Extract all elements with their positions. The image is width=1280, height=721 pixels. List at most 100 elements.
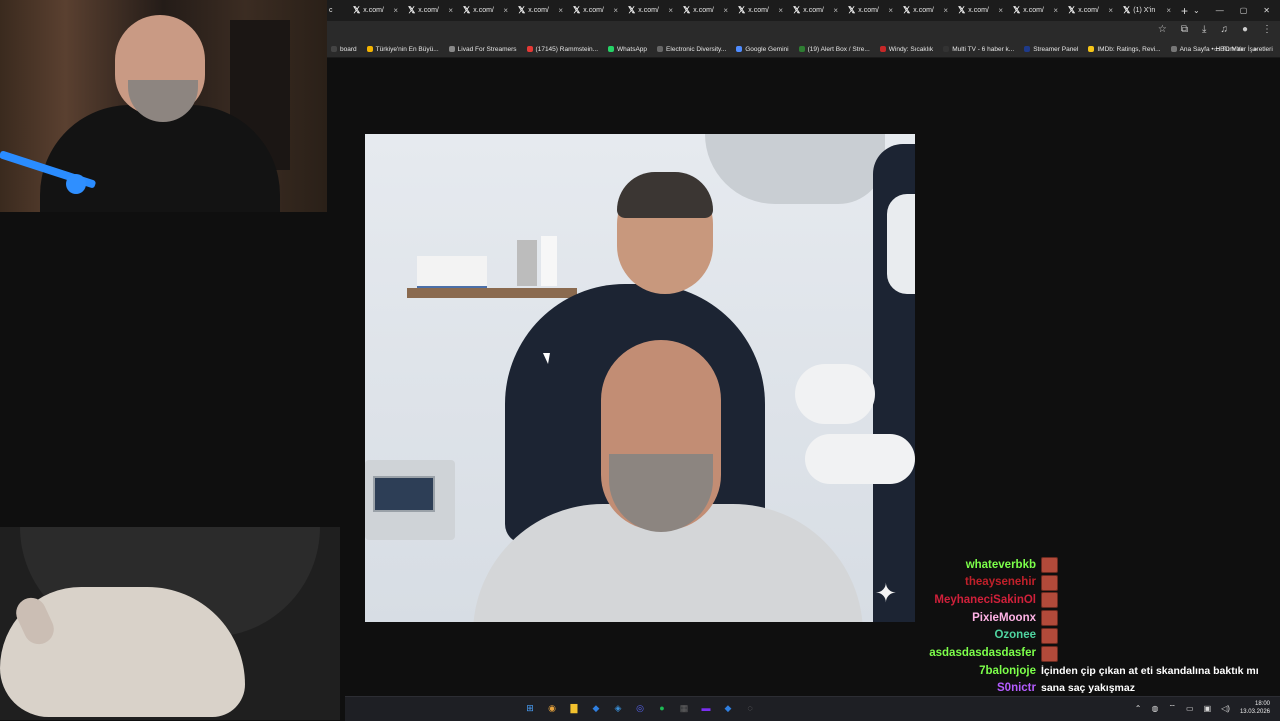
file-explorer-icon[interactable]: ▇ <box>567 701 581 715</box>
bookmark-item[interactable]: Windy: Sıcaklık <box>879 46 933 53</box>
profile-icon[interactable]: ● <box>1242 24 1248 35</box>
bookmark-item[interactable]: Electronic Diversity... <box>657 46 726 53</box>
browser-tab[interactable]: 𝕏x.com/ × <box>677 0 732 21</box>
close-icon[interactable]: × <box>998 6 1003 15</box>
bookmark-item[interactable]: IMDb: Ratings, Revi... <box>1088 46 1161 53</box>
maximize-button[interactable]: ▢ <box>1240 6 1248 15</box>
close-icon[interactable]: × <box>503 6 508 15</box>
app-icon-3[interactable]: ▬ <box>699 701 713 715</box>
close-icon[interactable]: × <box>558 6 563 15</box>
new-tab-button[interactable]: + <box>1181 4 1188 18</box>
close-icon[interactable]: × <box>1108 6 1113 15</box>
window-controls: ⌄ — ▢ ✕ <box>1193 0 1280 21</box>
browser-tab[interactable]: c <box>327 0 347 21</box>
bookmark-item[interactable]: WhatsApp <box>608 46 647 53</box>
close-icon[interactable]: × <box>668 6 673 15</box>
spotify-icon[interactable]: ● <box>655 701 669 715</box>
tab-label: x.com/ <box>363 7 384 14</box>
wifi-icon[interactable]: ⌔ <box>1168 703 1176 713</box>
bookmark-favicon-icon <box>736 46 743 52</box>
chat-username[interactable]: S0nictr <box>997 682 1036 694</box>
bookmark-label: Türkiye'nin En Büyü... <box>375 45 439 53</box>
all-bookmarks-folder[interactable]: ▭ Tüm Yer İşaretleri <box>1214 45 1273 53</box>
bookmark-item[interactable]: Livad For Streamers <box>448 46 517 53</box>
browser-tab-active[interactable]: 𝕏 (1) X'in × <box>1117 0 1175 21</box>
close-icon[interactable]: × <box>1053 6 1058 15</box>
close-icon[interactable]: × <box>448 6 453 15</box>
bookmark-item[interactable]: (17145) Rammstein... <box>526 46 598 53</box>
clock[interactable]: 18:00 13.03.2026 <box>1240 700 1270 716</box>
bookmark-item[interactable]: Multi TV - 6 haber k... <box>943 46 1014 53</box>
display-icon[interactable]: ▭ <box>1186 704 1194 713</box>
bookmark-star-icon[interactable]: ☆ <box>1158 24 1167 35</box>
browser-tab[interactable]: 𝕏x.com/ × <box>1062 0 1117 21</box>
volume-icon[interactable]: ◁) <box>1221 704 1230 713</box>
app-icon-5[interactable]: ◌ <box>743 701 757 715</box>
browser-tab[interactable]: 𝕏x.com/ × <box>897 0 952 21</box>
browser-tab[interactable]: 𝕏x.com/ × <box>512 0 567 21</box>
x-logo-icon: 𝕏 <box>683 5 691 15</box>
tab-label: x.com/ <box>968 7 989 14</box>
x-logo-icon: 𝕏 <box>408 5 416 15</box>
windows-start-icon[interactable]: ⊞ <box>523 701 537 715</box>
bookmark-label: Multi TV - 6 haber k... <box>952 45 1015 53</box>
bookmark-item[interactable]: (19) Alert Box / Stre... <box>798 46 870 53</box>
x-logo-icon: 𝕏 <box>958 5 966 15</box>
chat-username[interactable]: 7balonjoje <box>979 665 1036 677</box>
chat-username[interactable]: PixieMoonx <box>972 612 1036 624</box>
browser-tab[interactable]: 𝕏x.com/ × <box>457 0 512 21</box>
browser-tab[interactable]: 𝕏x.com/ × <box>842 0 897 21</box>
close-icon[interactable]: × <box>723 6 728 15</box>
chat-username[interactable]: Ozonee <box>994 629 1036 641</box>
discord-icon[interactable]: ◎ <box>633 701 647 715</box>
chat-username[interactable]: whateverbkb <box>966 559 1036 571</box>
tab-label: x.com/ <box>913 7 934 14</box>
chat-message: MeyhaneciSakinOl <box>900 591 1280 609</box>
browser-tab[interactable]: 𝕏x.com/ × <box>622 0 677 21</box>
browser-tab[interactable]: 𝕏x.com/ × <box>952 0 1007 21</box>
app-icon-1[interactable]: ◆ <box>589 701 603 715</box>
close-icon[interactable]: × <box>778 6 783 15</box>
ethernet-icon[interactable]: ▣ <box>1204 704 1212 713</box>
chat-username[interactable]: theaysenehir <box>965 576 1036 588</box>
close-icon[interactable]: × <box>613 6 618 15</box>
bookmark-item[interactable]: Türkiye'nin En Büyü... <box>366 45 439 53</box>
network-icon[interactable]: ◍ <box>1152 704 1159 713</box>
close-icon[interactable]: × <box>888 6 893 15</box>
browser-tab[interactable]: 𝕏x.com/ × <box>1007 0 1062 21</box>
app-icon-2[interactable]: ▦ <box>677 701 691 715</box>
browser-tab[interactable]: 𝕏x.com/ × <box>347 0 402 21</box>
folder-icon: ▭ <box>1214 46 1222 53</box>
extensions-icon[interactable]: ⧉ <box>1181 24 1188 35</box>
minimize-button[interactable]: — <box>1216 6 1224 15</box>
chat-message: theaysenehir <box>900 574 1280 591</box>
chevron-up-icon[interactable]: ⌃ <box>1135 704 1142 713</box>
close-icon[interactable]: × <box>833 6 838 15</box>
browser-tab[interactable]: 𝕏x.com/ × <box>732 0 787 21</box>
bookmark-item[interactable]: Streamer Panel <box>1024 46 1078 53</box>
chat-username[interactable]: MeyhaneciSakinOl <box>934 594 1036 606</box>
download-icon[interactable]: ⤓ <box>1202 24 1206 35</box>
supply-bottle <box>541 236 557 286</box>
tab-label: x.com/ <box>858 7 879 14</box>
x-logo-icon: 𝕏 <box>1123 5 1131 15</box>
steam-icon[interactable]: ◈ <box>611 701 625 715</box>
bookmark-item[interactable]: Google Gemini <box>736 46 789 53</box>
chevron-down-icon[interactable]: ⌄ <box>1193 6 1200 15</box>
menu-icon[interactable]: ⋮ <box>1262 24 1272 35</box>
chat-username[interactable]: asdasdasdasdasfer <box>929 647 1036 659</box>
bookmark-item[interactable]: board <box>331 46 357 53</box>
app-icon-4[interactable]: ◆ <box>721 701 735 715</box>
chrome-icon[interactable]: ◉ <box>545 701 559 715</box>
close-icon[interactable]: × <box>1166 6 1171 15</box>
close-icon[interactable]: × <box>393 6 398 15</box>
bookmark-favicon-icon <box>1088 46 1095 52</box>
clock-time: 18:00 <box>1254 701 1270 707</box>
close-icon[interactable]: × <box>943 6 948 15</box>
close-window-button[interactable]: ✕ <box>1263 6 1270 15</box>
browser-tab[interactable]: 𝕏x.com/ × <box>787 0 842 21</box>
media-icon[interactable]: ♫ <box>1220 24 1228 35</box>
browser-tab[interactable]: 𝕏x.com/ × <box>402 0 457 21</box>
browser-tab[interactable]: 𝕏x.com/ × <box>567 0 622 21</box>
x-logo-icon: 𝕏 <box>1068 5 1076 15</box>
